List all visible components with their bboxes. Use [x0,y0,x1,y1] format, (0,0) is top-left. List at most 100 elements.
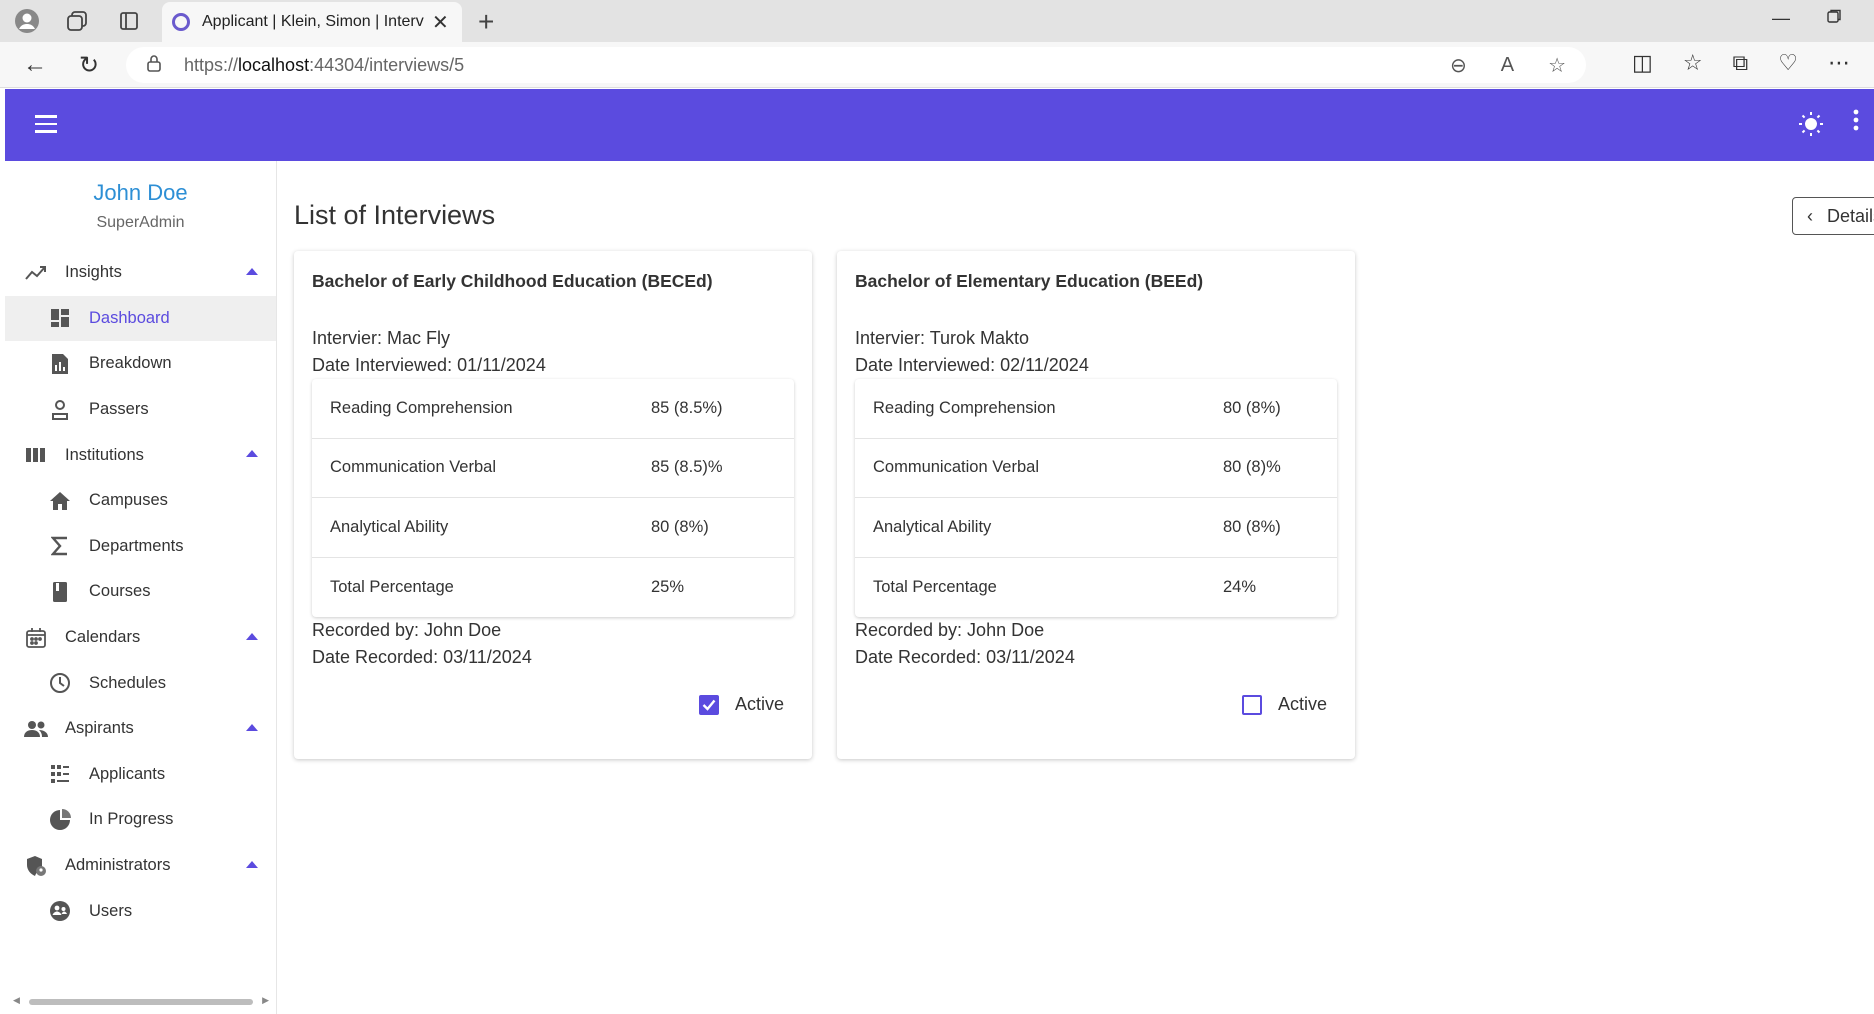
pie-icon [47,807,73,833]
sidebar-item-label: Aspirants [65,719,134,738]
sidebar-item-in-progress[interactable]: In Progress [5,797,276,843]
sidebar-item-passers[interactable]: Passers [5,387,276,433]
browser-essentials-icon[interactable]: ♡ [1778,50,1798,76]
url-field[interactable]: https://localhost:44304/interviews/5 ⊖ A… [126,47,1586,83]
sidebar-item-users[interactable]: Users [5,888,276,934]
sidebar-item-label: Campuses [89,491,168,510]
file-chart-icon [47,351,73,377]
sidebar-scrollbar[interactable]: ◀ ▶ [13,995,269,1006]
active-checkbox[interactable] [1241,694,1262,715]
sidebar-item-label: Users [89,901,133,920]
interviewer: Intervier: Mac Fly [312,328,451,348]
score-row: Total Percentage 25% [312,558,794,618]
collapse-caret-icon[interactable] [246,268,258,275]
clock-icon [47,670,73,696]
vertical-tabs-icon[interactable] [114,6,144,36]
tab-favicon-icon [172,13,190,31]
details-label: Details [1827,205,1874,226]
sidebar-item-calendars[interactable]: Calendars [5,615,276,661]
theme-toggle-icon[interactable] [1798,111,1826,139]
dashboard-icon [47,305,73,331]
active-toggle[interactable]: Active [1241,694,1327,715]
favorites-icon[interactable]: ☆ [1683,50,1703,76]
sidebar-item-courses[interactable]: Courses [5,569,276,615]
chevron-left-icon: ‹ [1807,205,1813,226]
collapse-caret-icon[interactable] [246,723,258,731]
minimize-icon[interactable]: — [1772,8,1790,29]
more-options-icon[interactable]: ⋯ [1828,50,1850,76]
date-interviewed: Date Interviewed: 02/11/2024 [855,355,1089,375]
zoom-out-icon[interactable]: ⊖ [1450,53,1467,78]
profile-icon[interactable] [12,6,42,36]
user-role: SuperAdmin [96,214,185,231]
refresh-icon[interactable]: ↻ [74,50,104,80]
sidebar-item-label: In Progress [89,810,174,829]
app-more-icon[interactable] [1853,109,1861,131]
url-path: :44304/interviews/5 [309,54,465,75]
sidebar-item-label: Institutions [65,445,144,464]
sidebar-item-dashboard[interactable]: Dashboard [5,295,276,342]
score-name: Analytical Ability [330,517,449,536]
sidebar-item-schedules[interactable]: Schedules [5,660,276,706]
active-toggle[interactable]: Active [698,694,784,715]
sidebar-item-applicants[interactable]: Applicants [5,752,276,798]
interviewer: Intervier: Turok Makto [855,328,1030,348]
sidebar-item-departments[interactable]: Departments [5,524,276,570]
sidebar-item-campuses[interactable]: Campuses [5,478,276,524]
split-screen-icon[interactable]: ◫ [1632,50,1653,76]
score-row: Reading Comprehension 85 (8.5%) [312,379,794,439]
collapse-caret-icon[interactable] [246,860,258,868]
sidebar-item-label: Passers [89,400,149,419]
collapse-caret-icon[interactable] [246,632,258,640]
date-interviewed: Date Interviewed: 01/11/2024 [312,355,546,375]
favorite-star-icon[interactable]: ☆ [1548,53,1566,78]
score-name: Analytical Ability [873,517,992,536]
lock-icon [146,54,166,77]
score-name: Total Percentage [330,577,454,596]
tab-title: Applicant | Klein, Simon | Interview [202,13,424,30]
new-tab-icon[interactable]: + [478,6,494,38]
collections-icon[interactable]: ⧉ [1733,50,1749,76]
sigma-icon [47,533,73,559]
sidebar-item-administrators[interactable]: Administrators [5,843,276,889]
sidebar-item-insights[interactable]: Insights [5,250,276,296]
close-tab-icon[interactable]: ✕ [432,10,449,35]
score-value: 24% [1223,577,1257,596]
sidebar-item-label: Calendars [65,628,141,647]
read-aloud-icon[interactable]: A [1501,54,1514,77]
trending-up-icon [23,260,49,286]
workspaces-icon[interactable] [62,6,92,36]
back-icon[interactable]: ← [20,50,50,80]
restore-icon[interactable] [1826,8,1842,29]
score-name: Communication Verbal [330,458,496,477]
sidebar-item-institutions[interactable]: Institutions [5,432,276,478]
calendar-icon [23,625,49,651]
user-name[interactable]: John Doe [5,180,276,206]
active-label: Active [734,694,784,714]
score-name: Reading Comprehension [873,398,1056,417]
course-title: Bachelor of Elementary Education (BEEd) [855,271,1204,291]
page-title: List of Interviews [294,200,496,230]
browser-tab[interactable]: Applicant | Klein, Simon | Interview ✕ [162,2,462,42]
sidebar-nav: Insights Dashboard Breakdown Passers Institu… [5,250,276,934]
active-label: Active [1277,694,1327,714]
people-icon [23,716,49,742]
sidebar-item-label: Breakdown [89,354,172,373]
sidebar-item-breakdown[interactable]: Breakdown [5,341,276,387]
collapse-caret-icon[interactable] [246,450,258,458]
sidebar-item-label: Departments [89,536,184,555]
sidebar-item-aspirants[interactable]: Aspirants [5,706,276,752]
interview-card: Bachelor of Early Childhood Education (B… [294,251,812,759]
date-recorded: Date Recorded: 03/11/2024 [312,647,532,667]
columns-icon [23,442,49,468]
active-checkbox[interactable] [698,694,719,715]
sidebar-item-label: Insights [65,263,122,282]
score-name: Reading Comprehension [330,398,513,417]
browser-tab-bar: Applicant | Klein, Simon | Interview ✕ +… [0,0,1874,42]
score-row: Analytical Ability 80 (8%) [855,498,1337,558]
book-icon [47,579,73,605]
details-button[interactable]: ‹ Details [1792,197,1874,235]
menu-icon[interactable] [35,115,57,133]
course-title: Bachelor of Early Childhood Education (B… [312,271,713,291]
sidebar-item-label: Applicants [89,764,166,783]
